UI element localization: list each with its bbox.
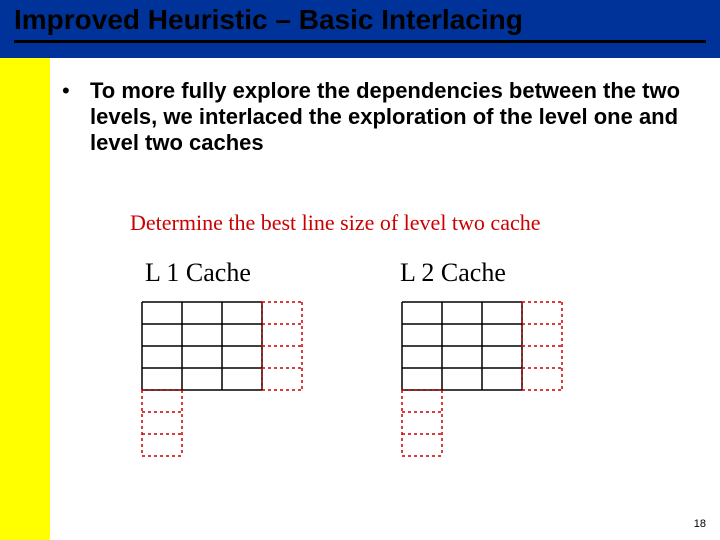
title-underline (14, 40, 706, 43)
slide-title: Improved Heuristic – Basic Interlacing (14, 4, 523, 36)
sidebar-accent (0, 0, 50, 540)
page-number: 18 (694, 518, 706, 530)
l2-cache-label: L 2 Cache (400, 258, 506, 288)
bullet-marker: • (62, 78, 90, 156)
slide: Improved Heuristic – Basic Interlacing •… (0, 0, 720, 540)
bullet-item: • To more fully explore the dependencies… (62, 78, 702, 156)
subtitle: Determine the best line size of level tw… (130, 210, 541, 236)
l1-cache-label: L 1 Cache (145, 258, 251, 288)
l1-cache-diagram (140, 300, 340, 480)
l2-cache-diagram (400, 300, 600, 480)
bullet-text: To more fully explore the dependencies b… (90, 78, 702, 156)
